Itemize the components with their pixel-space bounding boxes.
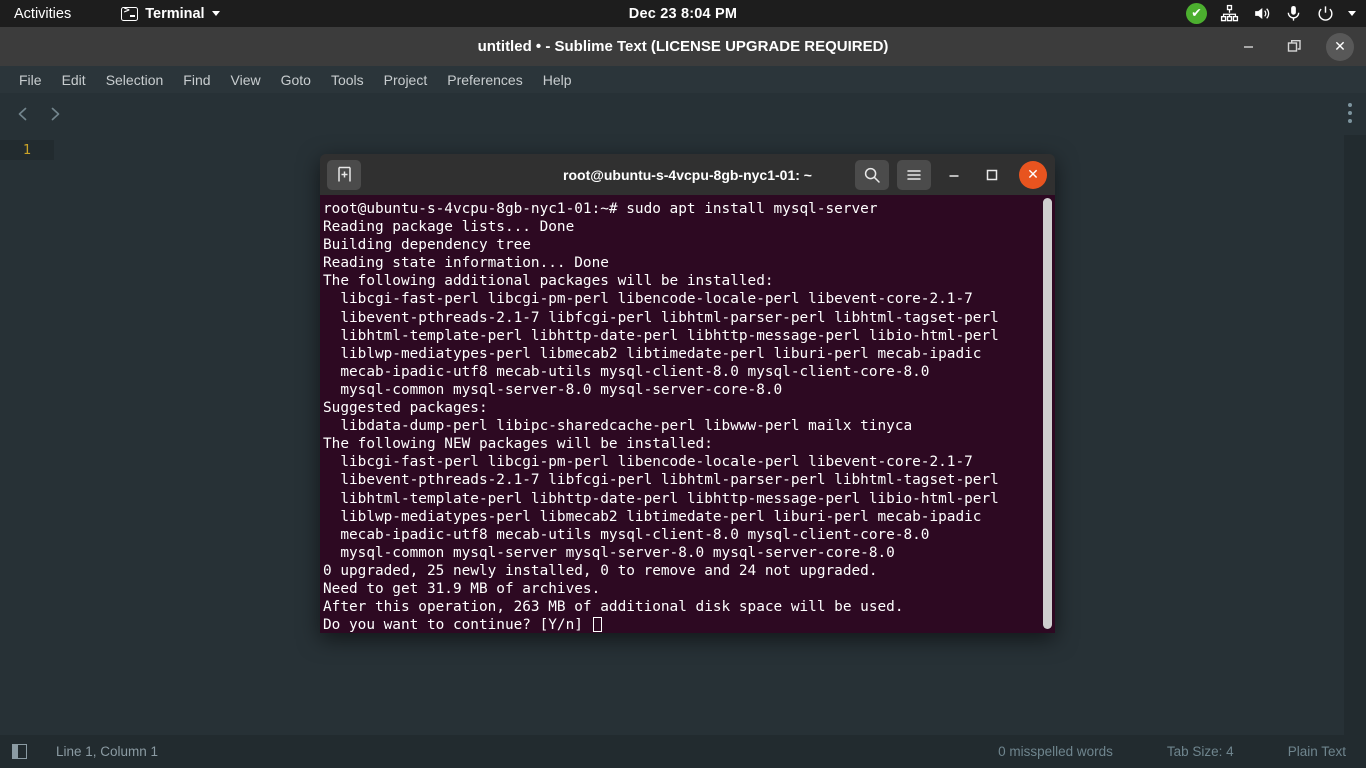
microphone-icon[interactable] [1284, 4, 1303, 23]
app-menu-label: Terminal [145, 6, 204, 22]
terminal-line: libhtml-template-perl libhttp-date-perl … [323, 490, 1055, 508]
syntax-status[interactable]: Plain Text [1288, 744, 1346, 759]
sublime-close-button[interactable]: ✕ [1326, 33, 1354, 61]
menu-item-file[interactable]: File [9, 66, 52, 93]
tab-size-status[interactable]: Tab Size: 4 [1167, 744, 1234, 759]
terminal-line: Suggested packages: [323, 399, 1055, 417]
menu-item-find[interactable]: Find [173, 66, 220, 93]
network-icon[interactable] [1220, 4, 1239, 23]
terminal-line: mysql-common mysql-server-8.0 mysql-serv… [323, 381, 1055, 399]
line-number: 1 [23, 142, 31, 158]
terminal-line: liblwp-mediatypes-perl libmecab2 libtime… [323, 508, 1055, 526]
menu-item-view[interactable]: View [221, 66, 271, 93]
sidebar-toggle-icon[interactable] [12, 744, 27, 759]
sublime-window-title: untitled • - Sublime Text (LICENSE UPGRA… [478, 38, 889, 55]
terminal-line: Reading state information... Done [323, 254, 1055, 272]
terminal-line: libcgi-fast-perl libcgi-pm-perl libencod… [323, 290, 1055, 308]
tray-chevron-down-icon[interactable] [1348, 11, 1356, 16]
terminal-line: mecab-ipadic-utf8 mecab-utils mysql-clie… [323, 363, 1055, 381]
gnome-top-bar: Activities Terminal Dec 23 8:04 PM ✔ [0, 0, 1366, 27]
activities-button[interactable]: Activities [0, 0, 83, 27]
terminal-line: root@ubuntu-s-4vcpu-8gb-nyc1-01:~# sudo … [323, 200, 1055, 218]
kebab-dot [1348, 111, 1352, 115]
terminal-line: The following NEW packages will be insta… [323, 435, 1055, 453]
misspelled-words-status[interactable]: 0 misspelled words [998, 744, 1113, 759]
terminal-line: mecab-ipadic-utf8 mecab-utils mysql-clie… [323, 526, 1055, 544]
terminal-scrollbar[interactable] [1043, 198, 1052, 629]
menu-item-goto[interactable]: Goto [271, 66, 321, 93]
terminal-line: libcgi-fast-perl libcgi-pm-perl libencod… [323, 453, 1055, 471]
close-icon: ✕ [1027, 166, 1039, 183]
activities-label: Activities [14, 6, 71, 22]
sublime-status-bar: Line 1, Column 1 0 misspelled words Tab … [0, 735, 1366, 768]
terminal-line: mysql-common mysql-server mysql-server-8… [323, 544, 1055, 562]
volume-icon[interactable] [1252, 4, 1271, 23]
terminal-line: libevent-pthreads-2.1-7 libfcgi-perl lib… [323, 471, 1055, 489]
terminal-cursor [593, 617, 602, 632]
terminal-icon [121, 7, 138, 21]
kebab-menu-icon[interactable] [1348, 103, 1352, 123]
status-bar-right: 0 misspelled words Tab Size: 4 Plain Tex… [998, 744, 1346, 759]
editor-minimap[interactable] [1344, 135, 1366, 735]
cursor-position: Line 1, Column 1 [56, 744, 158, 759]
sublime-minimize-button[interactable] [1234, 33, 1262, 61]
editor-gutter: 1 [0, 140, 54, 160]
terminal-line: libevent-pthreads-2.1-7 libfcgi-perl lib… [323, 309, 1055, 327]
menu-item-selection[interactable]: Selection [96, 66, 174, 93]
forward-chevron-icon[interactable] [46, 105, 64, 123]
terminal-minimize-button[interactable] [939, 160, 969, 190]
terminal-line: The following additional packages will b… [323, 272, 1055, 290]
terminal-title-bar: root@ubuntu-s-4vcpu-8gb-nyc1-01: ~ ✕ [320, 154, 1055, 195]
terminal-line: Building dependency tree [323, 236, 1055, 254]
terminal-line: Reading package lists... Done [323, 218, 1055, 236]
menu-item-help[interactable]: Help [533, 66, 582, 93]
terminal-line: libhtml-template-perl libhttp-date-perl … [323, 327, 1055, 345]
sublime-nav-buttons [14, 105, 64, 123]
sublime-title-bar: untitled • - Sublime Text (LICENSE UPGRA… [0, 27, 1366, 66]
terminal-window: root@ubuntu-s-4vcpu-8gb-nyc1-01: ~ ✕ [320, 154, 1055, 633]
close-icon: ✕ [1334, 38, 1346, 55]
hamburger-menu-icon[interactable] [897, 160, 931, 190]
terminal-controls: ✕ [855, 160, 1047, 190]
kebab-dot [1348, 103, 1352, 107]
terminal-body[interactable]: root@ubuntu-s-4vcpu-8gb-nyc1-01:~# sudo … [320, 195, 1055, 633]
sublime-menu-bar: File Edit Selection Find View Goto Tools… [0, 66, 1366, 93]
terminal-line: Do you want to continue? [Y/n] [323, 616, 1055, 633]
terminal-maximize-button[interactable] [977, 160, 1007, 190]
shield-check-icon[interactable]: ✔ [1186, 3, 1207, 24]
power-icon[interactable] [1316, 4, 1335, 23]
terminal-output: root@ubuntu-s-4vcpu-8gb-nyc1-01:~# sudo … [322, 200, 1055, 633]
menu-item-edit[interactable]: Edit [52, 66, 96, 93]
search-icon[interactable] [855, 160, 889, 190]
back-chevron-icon[interactable] [14, 105, 32, 123]
sublime-toolbar [0, 93, 1366, 135]
terminal-line: After this operation, 263 MB of addition… [323, 598, 1055, 616]
system-tray: ✔ [1186, 0, 1356, 27]
menu-item-preferences[interactable]: Preferences [437, 66, 532, 93]
chevron-down-icon [212, 11, 220, 16]
terminal-line: Need to get 31.9 MB of archives. [323, 580, 1055, 598]
menu-item-tools[interactable]: Tools [321, 66, 374, 93]
sublime-window-controls: ✕ [1234, 27, 1354, 66]
terminal-line: 0 upgraded, 25 newly installed, 0 to rem… [323, 562, 1055, 580]
sublime-maximize-button[interactable] [1280, 33, 1308, 61]
menu-item-project[interactable]: Project [374, 66, 438, 93]
app-menu-terminal[interactable]: Terminal [121, 0, 219, 27]
terminal-line: libdata-dump-perl libipc-sharedcache-per… [323, 417, 1055, 435]
new-tab-icon[interactable] [327, 160, 361, 190]
clock[interactable]: Dec 23 8:04 PM [573, 6, 793, 22]
terminal-line: liblwp-mediatypes-perl libmecab2 libtime… [323, 345, 1055, 363]
kebab-dot [1348, 119, 1352, 123]
terminal-close-button[interactable]: ✕ [1019, 161, 1047, 189]
